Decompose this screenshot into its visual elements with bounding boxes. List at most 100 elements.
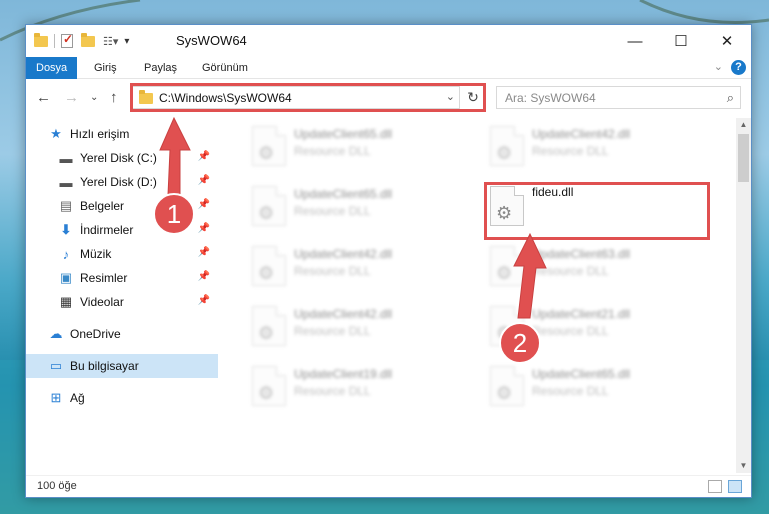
file-item[interactable]: ⚙ UpdateClient63.dll Resource DLL (484, 242, 704, 294)
sidebar-item-label: İndirmeler (80, 223, 134, 237)
file-type: Resource DLL (294, 384, 371, 398)
sidebar-item-onedrive[interactable]: ☁ OneDrive (26, 322, 218, 346)
search-icon[interactable]: ⌕ (727, 90, 734, 106)
file-name: UpdateClient42.dll (294, 247, 393, 261)
sidebar-item-label: Bu bilgisayar (70, 359, 139, 373)
dll-file-icon: ⚙ (252, 186, 286, 226)
title-bar: ☷▾ ▾ SysWOW64 — ☐ ✕ (26, 25, 751, 57)
file-item[interactable]: ⚙ UpdateClient65.dll Resource DLL (484, 362, 704, 414)
sidebar-item-label: Belgeler (80, 199, 125, 213)
gear-icon: ⚙ (258, 323, 275, 343)
sidebar-item-downloads[interactable]: ⬇ İndirmeler 📌 (26, 218, 218, 242)
file-item[interactable]: ⚙ UpdateClient65.dll Resource DLL (246, 182, 466, 234)
gear-icon: ⚙ (258, 203, 275, 223)
sidebar-item-disk-d[interactable]: ▬ Yerel Disk (D:) 📌 (26, 170, 218, 194)
sidebar-item-label: Yerel Disk (D:) (80, 175, 157, 189)
tab-giris[interactable]: Giriş (84, 57, 127, 79)
document-icon: ▤ (59, 198, 73, 213)
sidebar-item-network[interactable]: ⊞ Ağ (26, 386, 218, 410)
customize-toolbar-icon[interactable]: ☷▾ (103, 35, 118, 48)
scroll-down-icon[interactable]: ▼ (736, 459, 751, 473)
tab-gorunum[interactable]: Görünüm (192, 57, 258, 79)
file-item[interactable]: ⚙ UpdateClient42.dll Resource DLL (246, 242, 466, 294)
sidebar-item-label: Müzik (80, 247, 112, 261)
sidebar-item-music[interactable]: ♪ Müzik 📌 (26, 242, 218, 266)
pin-icon[interactable]: 📌 (198, 199, 210, 210)
gear-icon: ⚙ (496, 383, 513, 403)
sidebar-item-label: Ağ (70, 391, 85, 405)
folder-icon[interactable] (34, 32, 48, 47)
file-type: Resource DLL (294, 204, 371, 218)
dll-file-icon: ⚙ (490, 126, 524, 166)
gear-icon: ⚙ (496, 323, 513, 343)
maximize-button[interactable]: ☐ (658, 25, 704, 57)
file-name: UpdateClient65.dll (294, 187, 393, 201)
pin-icon[interactable]: 📌 (198, 223, 210, 234)
sidebar-item-videos[interactable]: ▦ Videolar 📌 (26, 290, 218, 314)
gear-icon: ⚙ (258, 143, 275, 163)
sidebar-item-label: Videolar (80, 295, 124, 309)
tab-paylas[interactable]: Paylaş (134, 57, 187, 79)
file-name: UpdateClient21.dll (532, 307, 631, 321)
file-name: UpdateClient65.dll (532, 367, 631, 381)
file-item[interactable]: ⚙ UpdateClient42.dll Resource DLL (246, 302, 466, 354)
pin-icon[interactable]: 📌 (198, 151, 210, 162)
sidebar-item-label: Yerel Disk (C:) (80, 151, 157, 165)
close-button[interactable]: ✕ (704, 25, 750, 57)
network-icon: ⊞ (50, 390, 62, 405)
sidebar-item-quick-access[interactable]: ★ Hızlı erişim (26, 122, 218, 146)
properties-icon[interactable] (61, 32, 73, 48)
download-icon: ⬇ (60, 222, 72, 237)
video-icon: ▦ (59, 294, 73, 309)
toolbar-dropdown-icon[interactable]: ▾ (124, 36, 129, 47)
file-type: Resource DLL (294, 264, 371, 278)
music-icon: ♪ (62, 246, 70, 262)
up-button[interactable]: ↑ (110, 89, 118, 106)
minimize-button[interactable]: — (612, 25, 658, 57)
gear-icon: ⚙ (258, 383, 275, 403)
file-item[interactable]: ⚙ UpdateClient42.dll Resource DLL (484, 122, 704, 174)
scroll-thumb[interactable] (738, 134, 749, 182)
file-name: UpdateClient42.dll (532, 127, 631, 141)
pin-icon[interactable]: 📌 (198, 247, 210, 258)
explorer-window: ☷▾ ▾ SysWOW64 — ☐ ✕ Dosya Giriş Paylaş G… (25, 24, 752, 498)
sidebar-item-documents[interactable]: ▤ Belgeler 📌 (26, 194, 218, 218)
picture-icon: ▣ (59, 270, 73, 285)
file-type: Resource DLL (532, 384, 609, 398)
pin-icon[interactable]: 📌 (198, 175, 210, 186)
dll-file-icon: ⚙ (490, 366, 524, 406)
sidebar-item-pictures[interactable]: ▣ Resimler 📌 (26, 266, 218, 290)
file-type: Resource DLL (294, 324, 371, 338)
forward-button[interactable]: → (64, 89, 79, 106)
dll-file-icon: ⚙ (490, 246, 524, 286)
file-item[interactable]: ⚙ UpdateClient65.dll Resource DLL (246, 122, 466, 174)
gear-icon: ⚙ (496, 143, 513, 163)
sidebar-item-label: Resimler (80, 271, 128, 285)
expand-ribbon-icon[interactable]: ⌄ (714, 60, 723, 73)
pin-icon[interactable]: 📌 (198, 271, 210, 282)
sidebar-item-this-pc[interactable]: ▭ Bu bilgisayar (26, 354, 218, 378)
large-icons-view-button[interactable] (728, 480, 742, 493)
dll-file-icon: ⚙ (252, 126, 286, 166)
file-item[interactable]: ⚙ UpdateClient19.dll Resource DLL (246, 362, 466, 414)
sidebar-item-label: OneDrive (70, 327, 121, 341)
recent-locations-icon[interactable]: ⌄ (90, 92, 98, 103)
details-view-button[interactable] (708, 480, 722, 493)
status-bar: 100 öğe (26, 475, 751, 497)
file-name: UpdateClient19.dll (294, 367, 393, 381)
dll-file-icon: ⚙ (252, 246, 286, 286)
scroll-up-icon[interactable]: ▲ (736, 118, 751, 132)
pin-icon[interactable]: 📌 (198, 295, 210, 306)
search-input[interactable]: Ara: SysWOW64 ⌕ (496, 86, 741, 109)
navigation-pane: ★ Hızlı erişim ▬ Yerel Disk (C:) 📌 ▬ Yer… (26, 118, 218, 473)
back-button[interactable]: ← (36, 89, 51, 106)
sidebar-item-disk-c[interactable]: ▬ Yerel Disk (C:) 📌 (26, 146, 218, 170)
help-icon[interactable]: ? (731, 60, 746, 75)
vertical-scrollbar[interactable]: ▲ ▼ (736, 118, 751, 473)
star-icon: ★ (50, 126, 62, 141)
file-type: Resource DLL (532, 324, 609, 338)
file-name: UpdateClient63.dll (532, 247, 631, 261)
file-item[interactable]: ⚙ UpdateClient21.dll Resource DLL (484, 302, 704, 354)
tab-dosya[interactable]: Dosya (26, 57, 78, 79)
new-folder-icon[interactable] (81, 32, 95, 47)
